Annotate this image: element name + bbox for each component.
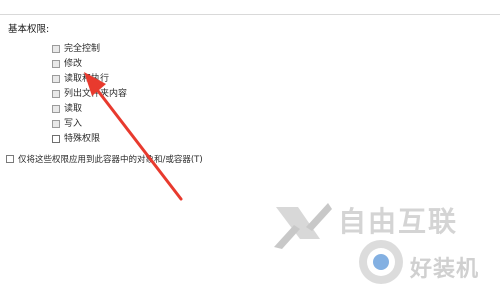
red-annotation-arrow <box>84 72 183 201</box>
watermark-badge-icon <box>359 240 403 284</box>
watermark-brand-text: 自由互联 <box>338 205 459 238</box>
watermark-secondary-text: 好装机 <box>410 257 480 282</box>
watermark-logo-icon <box>274 203 332 249</box>
